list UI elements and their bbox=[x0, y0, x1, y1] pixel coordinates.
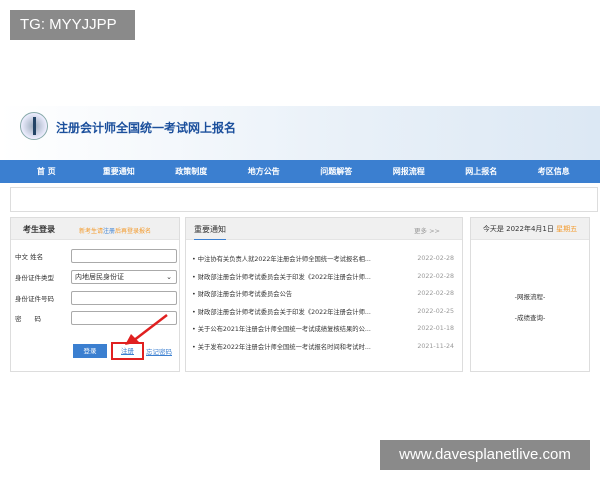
nav-register[interactable]: 网上报名 bbox=[451, 166, 511, 177]
hint-pre: 新考生请 bbox=[79, 228, 104, 235]
list-item[interactable]: 财政部注册会计师考试委员会关于印发《2022年注册会计师... 2022-02-2… bbox=[192, 303, 454, 321]
notice-title[interactable]: 财政部注册会计师考试委员会关于印发《2022年注册会计师... bbox=[192, 272, 404, 281]
more-link[interactable]: 更多 >> bbox=[414, 225, 440, 235]
score-query-link[interactable]: -成绩查询- bbox=[471, 312, 589, 322]
list-item[interactable]: 财政部注册会计师考试委员会关于印发《2022年注册会计师... 2022-02-2… bbox=[192, 268, 454, 286]
date-panel: 今天是 2022年4月1日 星期五 -网报流程- -成绩查询- bbox=[470, 217, 590, 372]
nav-area[interactable]: 考区信息 bbox=[524, 166, 584, 177]
site-title: 注册会计师全国统一考试网上报名 bbox=[56, 121, 237, 135]
list-item[interactable]: 中注协有关负责人就2022年注册会计师全国统一考试报名相... 2022-02-2… bbox=[192, 250, 454, 268]
list-item[interactable]: 关于公布2021年注册会计师全国统一考试成绩复核结果的公... 2022-01-1… bbox=[192, 320, 454, 338]
watermark-top: TG: MYYJJPP bbox=[10, 10, 135, 40]
watermark-bottom: www.davesplanetlive.com bbox=[380, 440, 590, 470]
nav-local[interactable]: 地方公告 bbox=[234, 166, 294, 177]
login-panel: 考生登录 新考生请注册后再登录报名 中文 姓名 身份证件类型 内地居民身份证 ⌄ 身… bbox=[10, 217, 180, 372]
forgot-password-link[interactable]: 忘记密码 bbox=[146, 346, 172, 356]
notice-date: 2022-01-18 bbox=[417, 325, 454, 333]
banner-box bbox=[10, 187, 598, 212]
notice-date: 2022-02-28 bbox=[417, 290, 454, 298]
notice-title[interactable]: 关于公布2021年注册会计师全国统一考试成绩复核结果的公... bbox=[192, 324, 404, 333]
name-label: 中文 姓名 bbox=[15, 253, 44, 261]
red-arrow-icon bbox=[125, 314, 168, 345]
logo-icon bbox=[20, 112, 48, 140]
notice-date: 2022-02-28 bbox=[417, 255, 454, 263]
today-label: 今天是 2022年4月1日 bbox=[482, 225, 554, 233]
password-label: 密 码 bbox=[15, 315, 41, 323]
notice-date: 2022-02-28 bbox=[417, 272, 454, 280]
notices-title: 重要通知 bbox=[194, 224, 226, 240]
notice-title[interactable]: 关于发布2022年注册会计师全国统一考试报名时间和考试时... bbox=[192, 342, 404, 351]
notice-title[interactable]: 财政部注册会计师考试委员会关于印发《2022年注册会计师... bbox=[192, 307, 404, 316]
chevron-down-icon: ⌄ bbox=[166, 273, 172, 281]
id-type-select[interactable]: 内地居民身份证 ⌄ bbox=[71, 270, 177, 284]
name-input[interactable] bbox=[71, 249, 177, 263]
notice-title[interactable]: 中注协有关负责人就2022年注册会计师全国统一考试报名相... bbox=[192, 254, 404, 263]
process-link[interactable]: -网报流程- bbox=[471, 291, 589, 301]
notice-title[interactable]: 财政部注册会计师考试委员会公告 bbox=[192, 289, 404, 298]
id-number-label: 身份证件号码 bbox=[15, 295, 54, 303]
nav-policy[interactable]: 政策制度 bbox=[161, 166, 221, 177]
list-item[interactable]: 财政部注册会计师考试委员会公告 2022-02-28 bbox=[192, 285, 454, 303]
id-type-label: 身份证件类型 bbox=[15, 274, 54, 282]
list-item[interactable]: 关于发布2022年注册会计师全国统一考试报名时间和考试时... 2021-11-2… bbox=[192, 338, 454, 356]
id-type-value: 内地居民身份证 bbox=[75, 273, 124, 281]
hint-register-link[interactable]: 注册 bbox=[103, 228, 115, 235]
register-hint: 新考生请注册后再登录报名 bbox=[79, 226, 151, 235]
login-button[interactable]: 登录 bbox=[73, 344, 107, 358]
id-number-input[interactable] bbox=[71, 291, 177, 305]
login-title: 考生登录 bbox=[23, 225, 55, 234]
notices-panel: 重要通知 更多 >> 中注协有关负责人就2022年注册会计师全国统一考试报名相..… bbox=[185, 217, 463, 372]
nav-faq[interactable]: 问题解答 bbox=[306, 166, 366, 177]
main-nav: 首 页 重要通知 政策制度 地方公告 问题解答 网报流程 网上报名 考区信息 bbox=[0, 160, 600, 183]
nav-home[interactable]: 首 页 bbox=[16, 166, 76, 177]
notice-date: 2021-11-24 bbox=[417, 342, 454, 350]
notice-date: 2022-02-25 bbox=[417, 307, 454, 315]
weekday-label: 星期五 bbox=[556, 225, 578, 233]
hint-post: 后再登录报名 bbox=[115, 228, 152, 235]
nav-notices[interactable]: 重要通知 bbox=[89, 166, 149, 177]
nav-process[interactable]: 网报流程 bbox=[379, 166, 439, 177]
